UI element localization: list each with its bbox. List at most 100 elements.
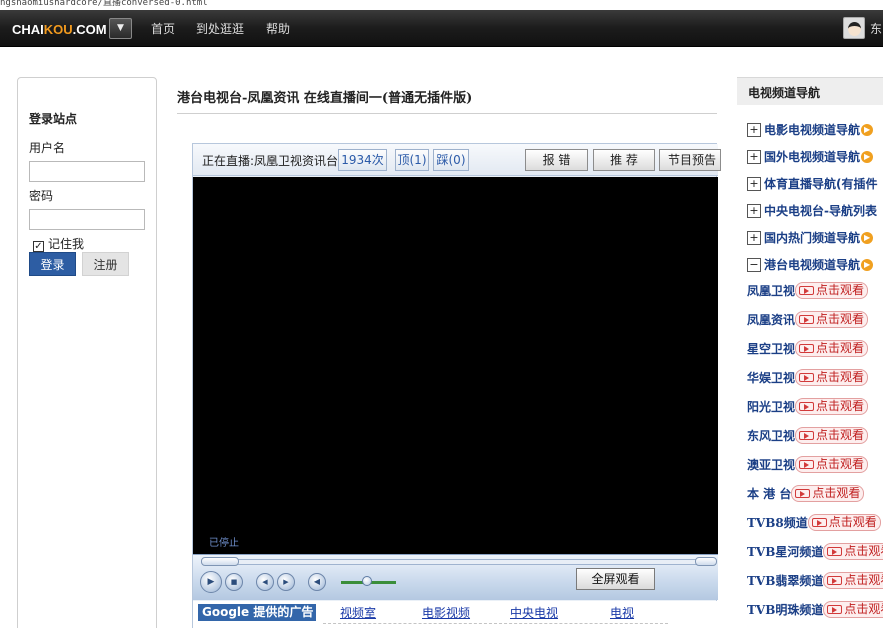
expand-icon[interactable]: + xyxy=(747,203,761,218)
category-domestic-hot[interactable]: + 国内热门频道导航 ▶ xyxy=(747,229,883,247)
user-name-label[interactable]: 东 xyxy=(870,20,883,37)
collapse-icon[interactable]: − xyxy=(747,257,761,272)
channel-item[interactable]: 凤凰资讯 点击观看 xyxy=(747,311,883,331)
tv-play-icon xyxy=(827,547,843,556)
watch-button[interactable]: 点击观看 xyxy=(795,398,869,415)
category-label: 电影电视频道导航 xyxy=(764,123,861,137)
watch-button[interactable]: 点击观看 xyxy=(795,282,869,299)
channel-name[interactable]: 本 港 台 xyxy=(747,485,791,502)
nav-explore-link[interactable]: 到处逛逛 xyxy=(196,20,244,37)
watch-button[interactable]: 点击观看 xyxy=(823,572,883,589)
channel-item[interactable]: 澳亚卫视 点击观看 xyxy=(747,456,883,476)
channel-name[interactable]: 华娱卫视 xyxy=(747,369,795,386)
recommend-button[interactable]: 推 荐 xyxy=(593,149,655,171)
ad-link-video-room[interactable]: 视频室 xyxy=(340,604,376,621)
seek-bar[interactable] xyxy=(201,559,711,565)
category-hk-taiwan[interactable]: − 港台电视频道导航 ▶ xyxy=(747,256,883,274)
mute-button[interactable]: ◀ xyxy=(308,573,326,591)
video-screen[interactable]: 已停止 xyxy=(193,177,718,554)
username-label: 用户名 xyxy=(29,141,66,155)
channel-item[interactable]: TVB星河频道 点击观看 xyxy=(747,543,883,563)
expand-icon[interactable]: + xyxy=(747,149,761,164)
report-error-button[interactable]: 报 错 xyxy=(525,149,588,171)
channel-name[interactable]: 阳光卫视 xyxy=(747,398,795,415)
expand-icon[interactable]: + xyxy=(747,176,761,191)
remember-me-option[interactable]: ✓ 记住我 xyxy=(33,235,84,252)
channel-name[interactable]: TVB星河频道 xyxy=(747,543,823,560)
watch-label: 点击观看 xyxy=(828,515,877,529)
google-ads-label[interactable]: Google 提供的广告 xyxy=(198,604,316,621)
channel-item[interactable]: 星空卫视 点击观看 xyxy=(747,340,883,360)
watch-label: 点击观看 xyxy=(844,602,883,616)
user-avatar[interactable] xyxy=(843,17,865,39)
stop-button[interactable]: ■ xyxy=(225,573,243,591)
channel-name[interactable]: 澳亚卫视 xyxy=(747,456,795,473)
category-sports-live[interactable]: + 体育直播导航(有插件 xyxy=(747,175,883,193)
channel-name[interactable]: 星空卫视 xyxy=(747,340,795,357)
thumbs-up-button[interactable]: 顶(1) xyxy=(395,149,429,171)
nav-help-link[interactable]: 帮助 xyxy=(266,20,290,37)
category-cctv-list[interactable]: + 中央电视台-导航列表 xyxy=(747,202,883,220)
expand-icon[interactable]: + xyxy=(747,230,761,245)
watch-button[interactable]: 点击观看 xyxy=(795,456,869,473)
sidebar-header: 电视频道导航 xyxy=(737,77,883,105)
category-movie-tv[interactable]: + 电影电视频道导航 ▶ xyxy=(747,121,883,139)
watch-button[interactable]: 点击观看 xyxy=(823,601,883,618)
watch-label: 点击观看 xyxy=(816,457,865,471)
next-button[interactable]: ▶ xyxy=(277,573,295,591)
username-input[interactable] xyxy=(29,161,145,182)
channel-name[interactable]: TVB翡翠频道 xyxy=(747,572,823,589)
channel-item[interactable]: 东风卫视 点击观看 xyxy=(747,427,883,447)
register-button[interactable]: 注册 xyxy=(82,252,129,276)
category-foreign-tv[interactable]: + 国外电视频道导航 ▶ xyxy=(747,148,883,166)
fullscreen-button[interactable]: 全屏观看 xyxy=(576,568,655,590)
expand-icon[interactable]: + xyxy=(747,122,761,137)
password-input[interactable] xyxy=(29,209,145,230)
sidebar-title: 电视频道导航 xyxy=(748,86,821,100)
channel-name[interactable]: TVB明珠频道 xyxy=(747,601,823,618)
ad-link-movie-video[interactable]: 电影视频 xyxy=(422,604,470,621)
remember-me-checkbox[interactable]: ✓ xyxy=(33,241,44,252)
ad-strip: Google 提供的广告 视频室 电影视频 中央电视 电视 xyxy=(193,601,718,628)
channel-item[interactable]: 阳光卫视 点击观看 xyxy=(747,398,883,418)
nav-home-link[interactable]: 首页 xyxy=(151,20,175,37)
login-title: 登录站点 xyxy=(29,112,78,126)
ad-link-tv[interactable]: 电视 xyxy=(610,604,634,621)
tv-play-icon xyxy=(799,315,815,324)
channel-item[interactable]: TVB8频道 点击观看 xyxy=(747,514,883,534)
play-button[interactable]: ▶ xyxy=(200,571,222,593)
channel-item[interactable]: 华娱卫视 点击观看 xyxy=(747,369,883,389)
site-menu-dropdown-button[interactable]: ▼ xyxy=(109,18,132,39)
watch-button[interactable]: 点击观看 xyxy=(795,340,869,357)
channel-name[interactable]: 凤凰资讯 xyxy=(747,311,795,328)
tv-play-icon xyxy=(811,518,827,527)
thumbs-down-button[interactable]: 踩(0) xyxy=(433,149,469,171)
seek-end-handle[interactable] xyxy=(695,557,717,566)
watch-button[interactable]: 点击观看 xyxy=(807,514,881,531)
channel-item[interactable]: 本 港 台 点击观看 xyxy=(747,485,883,505)
watch-button[interactable]: 点击观看 xyxy=(823,543,883,560)
logo-text-accent: KOU xyxy=(43,22,73,37)
ad-link-cctv[interactable]: 中央电视 xyxy=(510,604,558,621)
next-icon: ▶ xyxy=(283,578,289,586)
channel-name[interactable]: TVB8频道 xyxy=(747,514,808,531)
program-schedule-button[interactable]: 节目预告 xyxy=(659,149,721,171)
ad-divider xyxy=(323,623,668,624)
previous-button[interactable]: ◀ xyxy=(256,573,274,591)
channel-item[interactable]: 凤凰卫视 点击观看 xyxy=(747,282,883,302)
watch-label: 点击观看 xyxy=(816,370,865,384)
video-player-panel: 正在直播:凤凰卫视资讯台 1934次 顶(1) 踩(0) 报 错 推 荐 节目预… xyxy=(192,143,721,628)
tv-play-icon xyxy=(799,402,815,411)
channel-item[interactable]: TVB翡翠频道 点击观看 xyxy=(747,572,883,592)
site-logo[interactable]: CHAIKOU.COM xyxy=(12,22,107,37)
watch-button[interactable]: 点击观看 xyxy=(795,427,869,444)
watch-button[interactable]: 点击观看 xyxy=(795,369,869,386)
watch-button[interactable]: 点击观看 xyxy=(791,485,865,502)
channel-name[interactable]: 凤凰卫视 xyxy=(747,282,795,299)
channel-item[interactable]: TVB明珠频道 点击观看 xyxy=(747,601,883,621)
seek-handle[interactable] xyxy=(201,557,239,566)
watch-button[interactable]: 点击观看 xyxy=(795,311,869,328)
login-button[interactable]: 登录 xyxy=(29,252,76,276)
volume-slider-handle[interactable] xyxy=(362,576,373,586)
channel-name[interactable]: 东风卫视 xyxy=(747,427,795,444)
